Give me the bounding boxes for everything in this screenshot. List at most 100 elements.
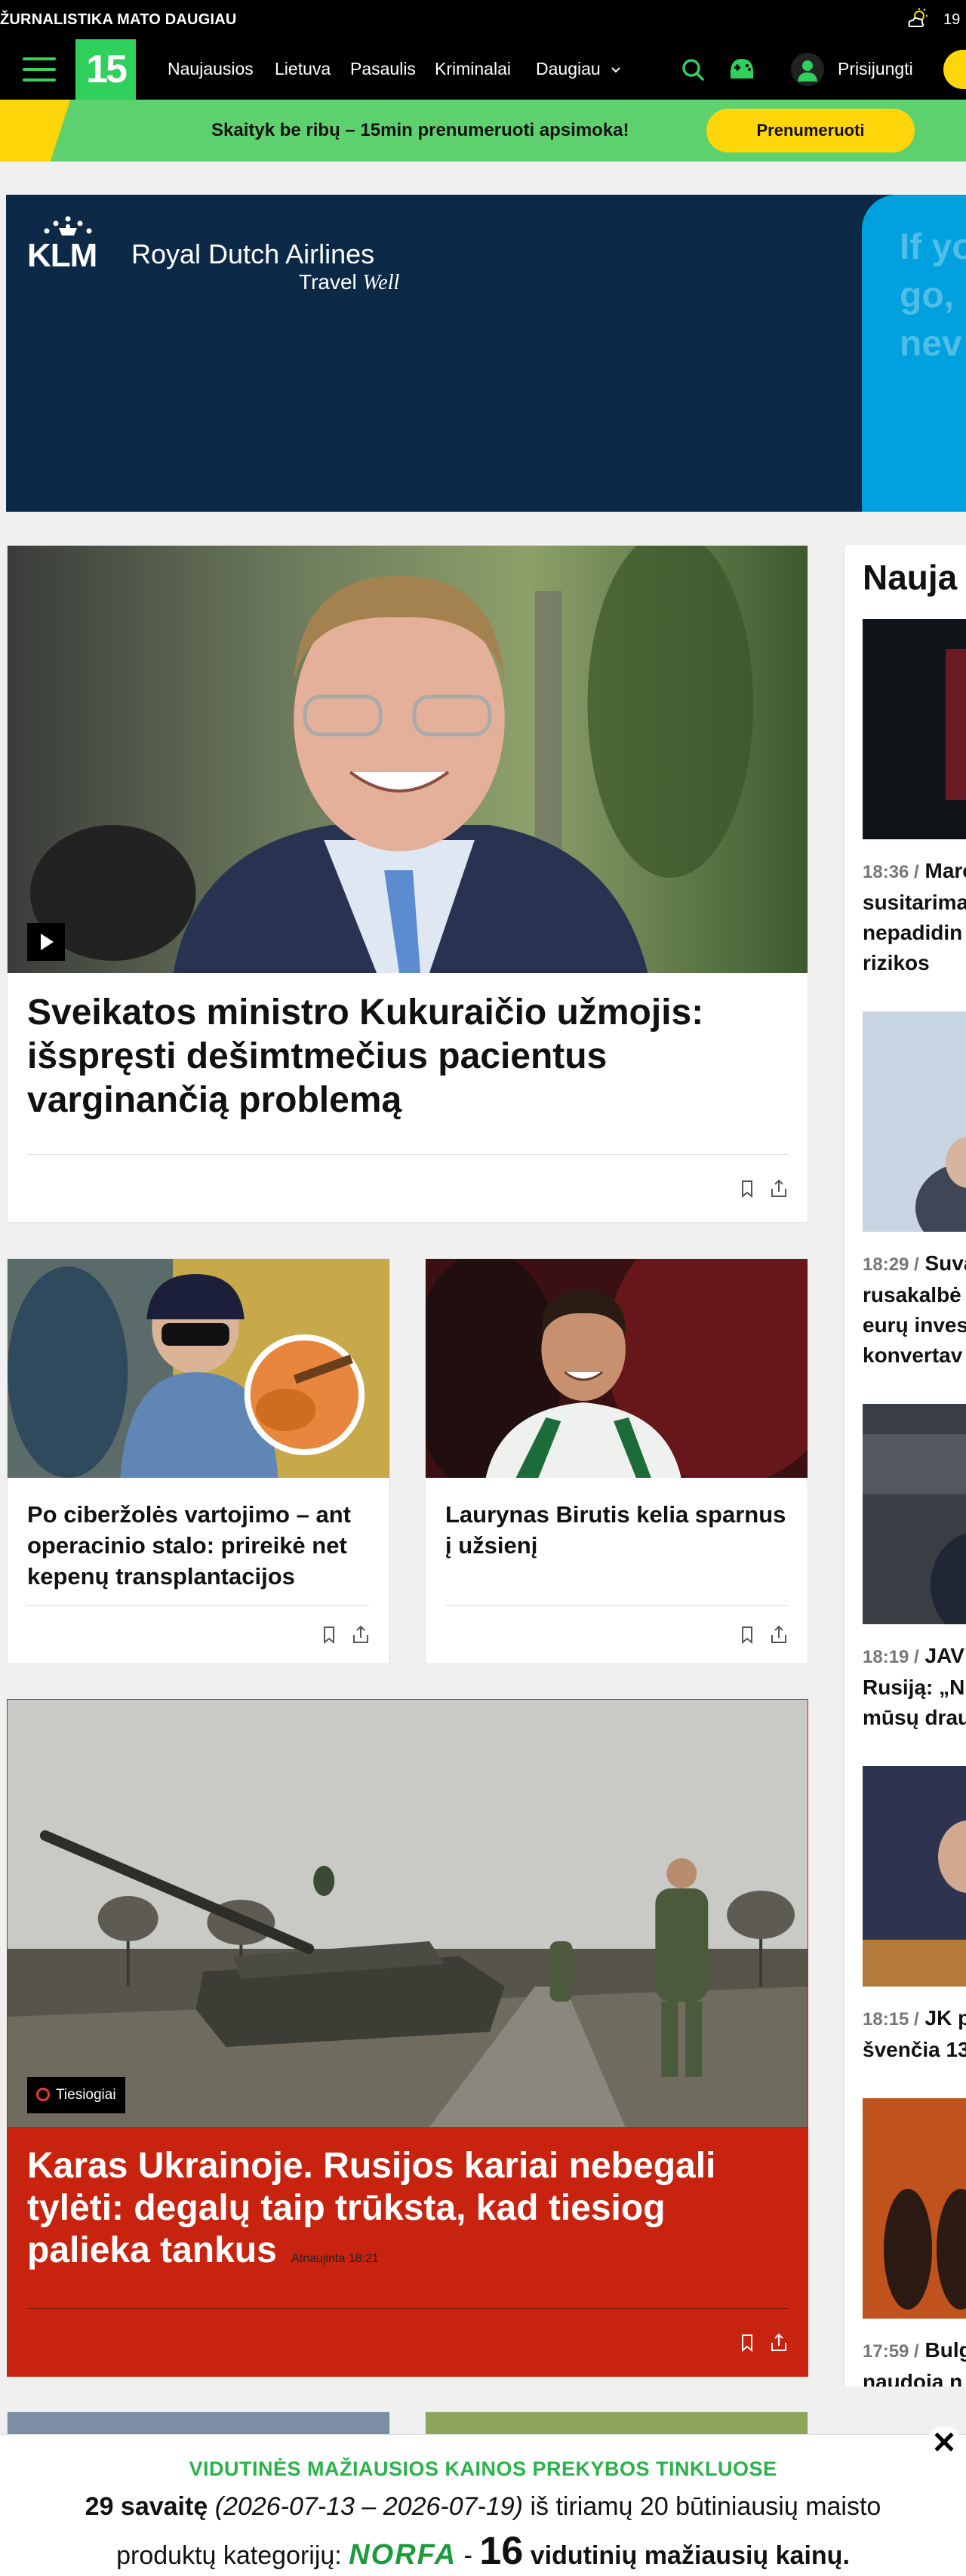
subscribe-button[interactable]: Prenumeruoti (706, 109, 915, 152)
ad-side-line-1: If yo (900, 227, 966, 267)
share-icon[interactable] (350, 1624, 371, 1645)
banner-text-2: produktų kategorijų: (116, 2541, 342, 2570)
nav-item-daugiau[interactable]: Daugiau (536, 59, 622, 79)
article-image-surgery[interactable] (8, 1259, 389, 1478)
rail-line: rizikos (863, 951, 930, 974)
slogan: ŽURNALISTIKA MATO DAUGIAU (0, 11, 237, 28)
divider (445, 1605, 788, 1606)
main-article-image[interactable] (8, 546, 808, 973)
article-actions (318, 1624, 371, 1648)
norfa-logo: NORFA (349, 2539, 457, 2571)
banner-heading: VIDUTINĖS MAŽIAUSIOS KAINOS PREKYBOS TIN… (189, 2458, 777, 2480)
rail-line: susitarima (863, 891, 966, 914)
article-title-turmeric[interactable]: Po ciberžolės vartojimo – ant operacinio… (27, 1499, 370, 1592)
rail-thumb-4[interactable] (863, 1766, 966, 1987)
rail-line: nepadidin (863, 921, 963, 944)
rail-thumb-1[interactable] (863, 619, 966, 839)
banner-line-3: produktų kategorijų: NORFA - 16 vidutini… (0, 2528, 966, 2574)
rail-heading: Nauja (863, 558, 958, 597)
main-nav: 15 Naujausios Lietuva Pasaulis Kriminala… (0, 39, 966, 100)
rail-item-5[interactable]: 17:59 / Bulg naudoja n (863, 2335, 966, 2387)
live-article-title[interactable]: Karas Ukrainoje. Rusijos kariai nebegali… (27, 2145, 788, 2280)
klm-wordmark: KLM (27, 237, 97, 274)
klm-advert[interactable]: KLM Royal Dutch Airlines Travel Well If … (6, 195, 966, 512)
rail-item-4[interactable]: 18:15 / JK p švenčia 13 (863, 2003, 966, 2065)
share-icon[interactable] (768, 1178, 789, 1199)
close-icon[interactable]: ✕ (927, 2426, 961, 2461)
ad-side-line-2: go, (900, 275, 954, 315)
rail-item-1[interactable]: 18:36 / Marc susitarima nepadidin riziko… (863, 856, 966, 978)
play-video-icon[interactable] (27, 923, 65, 961)
rail-line: JAV (924, 1644, 964, 1667)
updated-time: Atnaujinta 18:21 (291, 2252, 379, 2265)
top-strip: ŽURNALISTIKA MATO DAUGIAU 19 (0, 0, 966, 39)
sun-cloud-icon[interactable] (906, 8, 928, 30)
rail-line: naudoja n (863, 2370, 963, 2387)
rail-item-3[interactable]: 18:19 / JAV Rusiją: „N mūsų drau (863, 1641, 966, 1733)
login-link[interactable]: Prisijungti (838, 59, 913, 79)
promo-bar: Skaityk be ribų – 15min prenumeruoti aps… (0, 100, 966, 162)
bookmark-icon[interactable] (737, 1624, 758, 1645)
ad-airline-name: Royal Dutch Airlines (131, 239, 375, 269)
norfa-price-banner[interactable]: ✕ VIDUTINĖS MAŽIAUSIOS KAINOS PREKYBOS T… (0, 2426, 966, 2576)
article-card-turmeric[interactable]: Po ciberžolės vartojimo – ant operacinio… (7, 1258, 390, 1664)
article-actions (737, 1624, 789, 1648)
banner-line-2: 29 savaitę (2026-07-13 – 2026-07-19) iš … (0, 2492, 966, 2522)
user-icon[interactable] (791, 53, 824, 86)
divider (27, 1154, 788, 1155)
menu-icon[interactable] (23, 57, 56, 82)
rail-line: mūsų drau (863, 1706, 966, 1729)
rail-thumb-3[interactable] (863, 1404, 966, 1624)
rail-time: 18:19 / (863, 1647, 919, 1667)
rail-line: rusakalbė (863, 1283, 961, 1306)
chevron-down-icon (611, 67, 620, 73)
main-article-title[interactable]: Sveikatos ministro Kukuraičio užmojis: i… (27, 991, 788, 1122)
bookmark-icon[interactable] (737, 1178, 758, 1199)
nav-item-daugiau-label: Daugiau (536, 59, 601, 78)
rail-line: JK p (924, 2006, 966, 2030)
divider (27, 1605, 370, 1606)
live-article-card[interactable]: Tiesiogiai Karas Ukrainoje. Rusijos kari… (7, 1699, 808, 2377)
gamepad-icon[interactable] (726, 54, 758, 85)
banner-week: 29 savaitę (85, 2492, 208, 2521)
share-icon[interactable] (768, 2332, 789, 2353)
promo-text: Skaityk be ribų – 15min prenumeruoti aps… (211, 120, 629, 140)
banner-dash: - (463, 2541, 472, 2570)
ad-tagline-b: Well (362, 271, 400, 294)
rail-thumb-2[interactable] (863, 1011, 966, 1232)
main-article-card[interactable]: Sveikatos ministro Kukuraičio užmojis: i… (7, 545, 808, 1223)
rail-line: Rusiją: „N (863, 1676, 965, 1699)
temperature: 19 (943, 11, 961, 28)
live-dot-icon (36, 2088, 50, 2101)
divider (27, 2308, 788, 2309)
ad-tagline: Travel Well (299, 270, 399, 295)
rail-line: švenčia 13 (863, 2038, 966, 2061)
site-logo[interactable]: 15 (75, 39, 136, 100)
rail-line: Suva (924, 1251, 966, 1275)
rail-item-2[interactable]: 18:29 / Suva rusakalbė eurų inves konver… (863, 1248, 966, 1371)
share-icon[interactable] (768, 1624, 789, 1645)
rail-line: konvertav (863, 1343, 963, 1367)
article-image-basketball[interactable] (426, 1259, 808, 1478)
rail-time: 18:15 / (863, 2009, 919, 2030)
ad-side-panel: If yo go, nev (862, 195, 966, 512)
banner-text-3: vidutinių mažiausių kainų. (530, 2541, 850, 2570)
klm-crown-logo (44, 216, 92, 235)
search-icon[interactable] (679, 56, 706, 83)
nav-item-kriminalai[interactable]: Kriminalai (435, 59, 511, 79)
live-article-image-tank[interactable] (8, 1700, 808, 2127)
avatar-silhouette (798, 60, 817, 82)
bookmark-icon[interactable] (318, 1624, 340, 1645)
nav-item-lietuva[interactable]: Lietuva (275, 59, 331, 79)
article-actions (737, 2332, 789, 2356)
subscribe-pill[interactable] (943, 50, 966, 89)
ad-side-text: If yo go, nev (900, 223, 966, 368)
nav-item-naujausios[interactable]: Naujausios (168, 59, 254, 79)
article-card-birutis[interactable]: Laurynas Birutis kelia sparnus į užsienį (425, 1258, 808, 1664)
ad-side-line-3: nev (900, 324, 962, 364)
bookmark-icon[interactable] (737, 2332, 758, 2353)
article-title-birutis[interactable]: Laurynas Birutis kelia sparnus į užsienį (445, 1499, 788, 1561)
banner-count: 16 (479, 2529, 524, 2573)
nav-item-pasaulis[interactable]: Pasaulis (350, 59, 416, 79)
rail-thumb-5[interactable] (863, 2098, 966, 2319)
